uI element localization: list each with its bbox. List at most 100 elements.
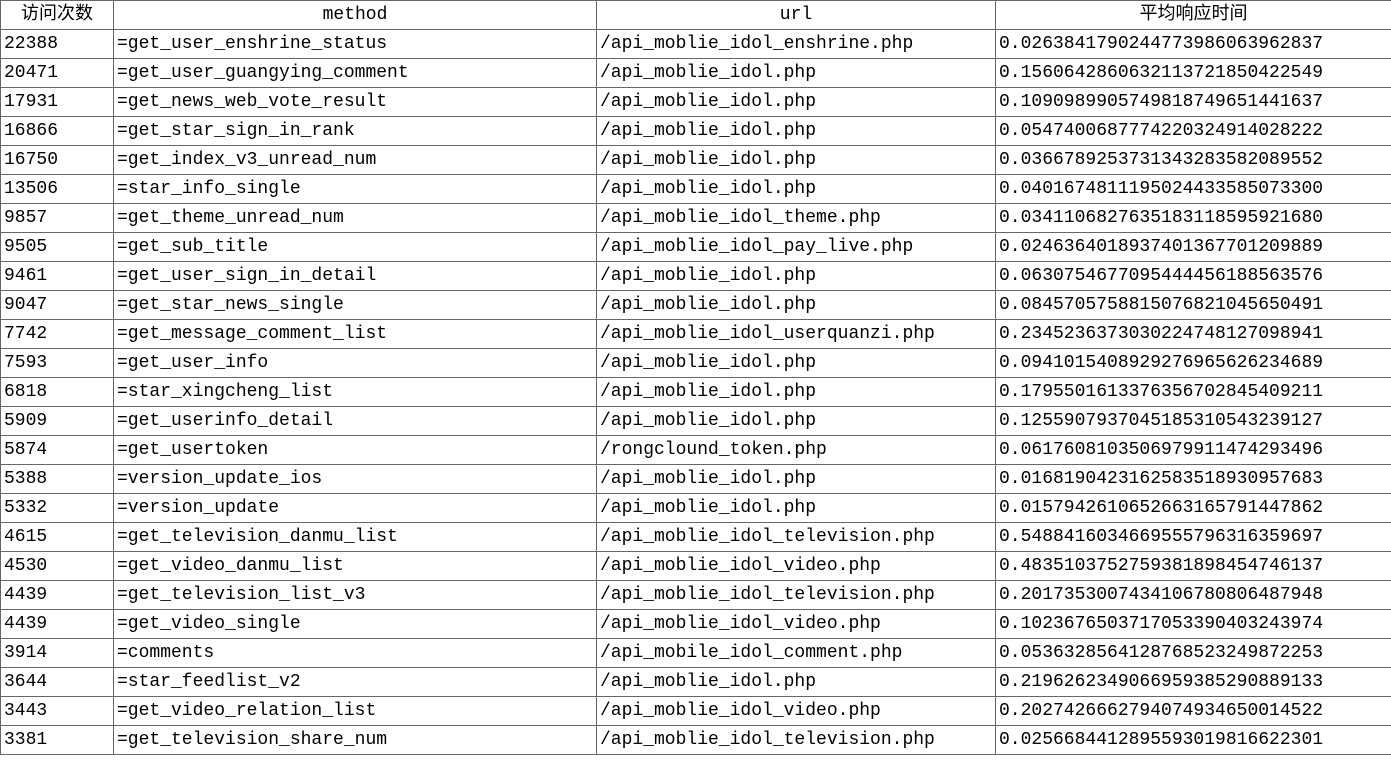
table-body: 22388=get_user_enshrine_status/api_mobli… xyxy=(1,30,1391,755)
table-row: 9047=get_star_news_single/api_moblie_ido… xyxy=(1,291,1391,320)
cell-method: =get_television_list_v3 xyxy=(114,581,597,610)
cell-count: 4615 xyxy=(1,523,114,552)
cell-url: /api_moblie_idol.php xyxy=(597,378,996,407)
table-row: 3914=comments/api_mobile_idol_comment.ph… xyxy=(1,639,1391,668)
col-avg-header: 平均响应时间 xyxy=(996,1,1391,30)
cell-avg: 0.0617608103506979911474293496 xyxy=(996,436,1391,465)
cell-method: =get_user_info xyxy=(114,349,597,378)
cell-count: 20471 xyxy=(1,59,114,88)
cell-count: 6818 xyxy=(1,378,114,407)
cell-method: =get_star_news_single xyxy=(114,291,597,320)
cell-avg: 0.0341106827635183118595921680 xyxy=(996,204,1391,233)
cell-method: =get_sub_title xyxy=(114,233,597,262)
table-row: 4439=get_video_single/api_moblie_idol_vi… xyxy=(1,610,1391,639)
cell-method: =comments xyxy=(114,639,597,668)
table-row: 4439=get_television_list_v3/api_moblie_i… xyxy=(1,581,1391,610)
cell-url: /api_moblie_idol.php xyxy=(597,88,996,117)
cell-count: 9461 xyxy=(1,262,114,291)
cell-method: =star_info_single xyxy=(114,175,597,204)
cell-avg: 0.0263841790244773986063962837 xyxy=(996,30,1391,59)
cell-method: =get_video_danmu_list xyxy=(114,552,597,581)
cell-url: /api_moblie_idol.php xyxy=(597,175,996,204)
cell-url: /rongclound_token.php xyxy=(597,436,996,465)
cell-count: 22388 xyxy=(1,30,114,59)
table-row: 7593=get_user_info/api_moblie_idol.php0.… xyxy=(1,349,1391,378)
cell-count: 4439 xyxy=(1,581,114,610)
cell-count: 4530 xyxy=(1,552,114,581)
cell-url: /api_moblie_idol.php xyxy=(597,668,996,697)
table-row: 17931=get_news_web_vote_result/api_mobli… xyxy=(1,88,1391,117)
cell-avg: 0.2345236373030224748127098941 xyxy=(996,320,1391,349)
cell-avg: 0.1090989905749818749651441637 xyxy=(996,88,1391,117)
table-row: 5909=get_userinfo_detail/api_moblie_idol… xyxy=(1,407,1391,436)
table-row: 7742=get_message_comment_list/api_moblie… xyxy=(1,320,1391,349)
cell-count: 16866 xyxy=(1,117,114,146)
cell-avg: 0.0366789253731343283582089552 xyxy=(996,146,1391,175)
cell-avg: 0.0630754677095444456188563576 xyxy=(996,262,1391,291)
cell-avg: 0.0401674811195024433585073300 xyxy=(996,175,1391,204)
cell-avg: 0.2017353007434106780806487948 xyxy=(996,581,1391,610)
cell-count: 3381 xyxy=(1,726,114,755)
cell-count: 7742 xyxy=(1,320,114,349)
cell-url: /api_moblie_idol_video.php xyxy=(597,697,996,726)
cell-avg: 0.0256684412895593019816622301 xyxy=(996,726,1391,755)
cell-url: /api_moblie_idol_theme.php xyxy=(597,204,996,233)
cell-count: 9047 xyxy=(1,291,114,320)
cell-method: =star_feedlist_v2 xyxy=(114,668,597,697)
cell-count: 5332 xyxy=(1,494,114,523)
cell-url: /api_moblie_idol_enshrine.php xyxy=(597,30,996,59)
cell-url: /api_moblie_idol.php xyxy=(597,465,996,494)
cell-url: /api_moblie_idol_video.php xyxy=(597,552,996,581)
cell-avg: 0.0536328564128768523249872253 xyxy=(996,639,1391,668)
header-row: 访问次数 method url 平均响应时间 xyxy=(1,1,1391,30)
cell-method: =get_video_relation_list xyxy=(114,697,597,726)
table-row: 13506=star_info_single/api_moblie_idol.p… xyxy=(1,175,1391,204)
cell-count: 16750 xyxy=(1,146,114,175)
cell-method: =get_usertoken xyxy=(114,436,597,465)
cell-url: /api_moblie_idol.php xyxy=(597,407,996,436)
cell-avg: 0.4835103752759381898454746137 xyxy=(996,552,1391,581)
cell-url: /api_moblie_idol_television.php xyxy=(597,523,996,552)
cell-method: =get_news_web_vote_result xyxy=(114,88,597,117)
cell-avg: 0.0547400687774220324914028222 xyxy=(996,117,1391,146)
cell-url: /api_moblie_idol.php xyxy=(597,262,996,291)
cell-avg: 0.1023676503717053390403243974 xyxy=(996,610,1391,639)
table-row: 22388=get_user_enshrine_status/api_mobli… xyxy=(1,30,1391,59)
cell-avg: 0.0157942610652663165791447862 xyxy=(996,494,1391,523)
cell-url: /api_moblie_idol.php xyxy=(597,117,996,146)
cell-url: /api_moblie_idol.php xyxy=(597,146,996,175)
table-row: 16750=get_index_v3_unread_num/api_moblie… xyxy=(1,146,1391,175)
cell-method: =get_user_sign_in_detail xyxy=(114,262,597,291)
cell-count: 3443 xyxy=(1,697,114,726)
cell-method: =get_user_enshrine_status xyxy=(114,30,597,59)
cell-count: 3914 xyxy=(1,639,114,668)
col-count-header: 访问次数 xyxy=(1,1,114,30)
cell-method: =get_star_sign_in_rank xyxy=(114,117,597,146)
cell-method: =get_user_guangying_comment xyxy=(114,59,597,88)
cell-url: /api_moblie_idol.php xyxy=(597,291,996,320)
api-stats-table: 访问次数 method url 平均响应时间 22388=get_user_en… xyxy=(0,0,1391,755)
table-row: 5332=version_update/api_moblie_idol.php0… xyxy=(1,494,1391,523)
cell-method: =version_update xyxy=(114,494,597,523)
table-row: 16866=get_star_sign_in_rank/api_moblie_i… xyxy=(1,117,1391,146)
table-row: 5388=version_update_ios/api_moblie_idol.… xyxy=(1,465,1391,494)
cell-count: 9857 xyxy=(1,204,114,233)
cell-count: 13506 xyxy=(1,175,114,204)
col-url-header: url xyxy=(597,1,996,30)
cell-count: 3644 xyxy=(1,668,114,697)
table-row: 6818=star_xingcheng_list/api_moblie_idol… xyxy=(1,378,1391,407)
cell-avg: 0.2196262349066959385290889133 xyxy=(996,668,1391,697)
table-row: 9505=get_sub_title/api_moblie_idol_pay_l… xyxy=(1,233,1391,262)
table-row: 4615=get_television_danmu_list/api_mobli… xyxy=(1,523,1391,552)
cell-method: =version_update_ios xyxy=(114,465,597,494)
cell-url: /api_moblie_idol.php xyxy=(597,349,996,378)
cell-method: =get_video_single xyxy=(114,610,597,639)
cell-avg: 0.1795501613376356702845409211 xyxy=(996,378,1391,407)
table-row: 5874=get_usertoken/rongclound_token.php0… xyxy=(1,436,1391,465)
cell-avg: 0.0845705758815076821045650491 xyxy=(996,291,1391,320)
cell-count: 17931 xyxy=(1,88,114,117)
table-row: 9461=get_user_sign_in_detail/api_moblie_… xyxy=(1,262,1391,291)
table-row: 3443=get_video_relation_list/api_moblie_… xyxy=(1,697,1391,726)
cell-avg: 0.1560642860632113721850422549 xyxy=(996,59,1391,88)
cell-avg: 0.0246364018937401367701209889 xyxy=(996,233,1391,262)
